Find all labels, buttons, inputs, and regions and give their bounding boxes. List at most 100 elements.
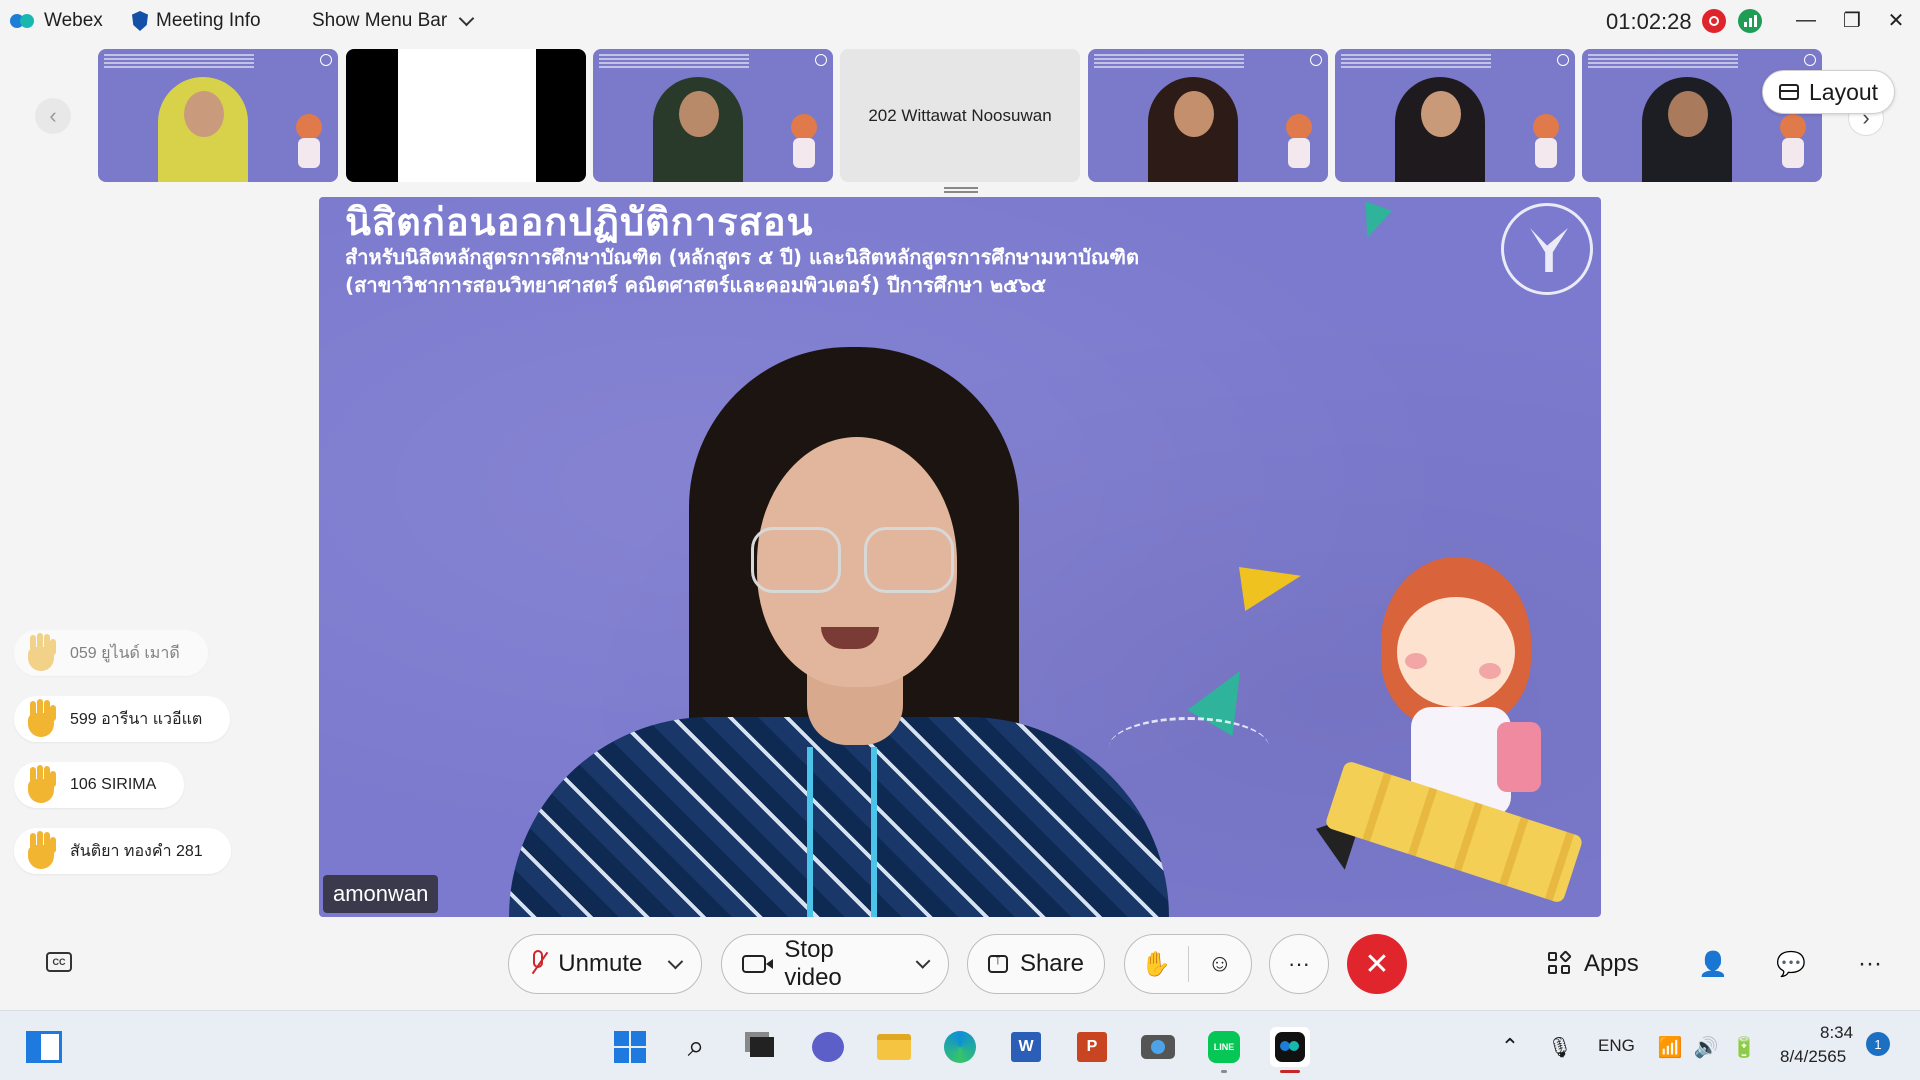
participant-thumbnail[interactable]: 202 Wittawat Noosuwan [840, 49, 1080, 182]
layout-button[interactable]: Layout [1762, 70, 1896, 114]
raised-hand-icon [20, 699, 60, 739]
closed-captions-button[interactable]: CC [46, 952, 72, 972]
participant-status-icon [1557, 54, 1569, 66]
cartoon-girl-illustration [1306, 557, 1584, 917]
participant-thumbnail[interactable] [346, 49, 586, 182]
battery-icon[interactable]: 🔋 [1724, 1027, 1764, 1067]
participant-video-feed [158, 77, 248, 182]
participant-status-icon [320, 54, 332, 66]
raised-hand-icon [20, 633, 60, 673]
share-screen-icon [988, 951, 1008, 973]
webex-app-label: Webex [10, 10, 103, 32]
teams-chat-icon[interactable] [808, 1027, 848, 1067]
taskbar-clock-date[interactable]: 8/4/2565 [1780, 1047, 1846, 1067]
raised-hand-entry: สันติยา ทองคำ 281 [14, 828, 231, 874]
participant-thumbnail[interactable] [593, 49, 833, 182]
participant-video-feed [1395, 77, 1485, 182]
apps-grid-icon [1548, 950, 1572, 976]
share-button[interactable]: Share [967, 934, 1105, 994]
participant-video-feed [1642, 77, 1732, 182]
filmstrip-prev-button[interactable]: ‹ [35, 98, 71, 134]
participants-icon[interactable]: 👤 [1698, 950, 1728, 979]
edge-browser-icon[interactable] [940, 1027, 980, 1067]
raised-hand-entry: 599 อารีนา แวอีแต [14, 696, 231, 742]
participant-thumbnail[interactable] [1088, 49, 1328, 182]
layout-label: Layout [1809, 78, 1879, 105]
raised-hand-name: 059 ยูไนด์ เมาดี [70, 644, 180, 662]
camera-icon [742, 955, 774, 973]
close-window-button[interactable]: ✕ [1876, 6, 1916, 34]
share-label: Share [1019, 950, 1084, 977]
camera-app-icon[interactable] [1138, 1027, 1178, 1067]
participant-status-icon [815, 54, 827, 66]
file-explorer-icon[interactable] [874, 1027, 914, 1067]
filmstrip-resize-handle[interactable] [944, 187, 978, 193]
webex-logo-icon [10, 12, 36, 30]
cartoon-girl-icon [290, 114, 328, 174]
participant-video-feed [398, 49, 536, 182]
word-icon[interactable]: W [1006, 1027, 1046, 1067]
start-windows-icon[interactable] [610, 1027, 650, 1067]
search-icon[interactable]: ⌕ [676, 1027, 716, 1067]
raised-hand-name: 106 SIRIMA [70, 776, 157, 793]
more-options-button[interactable]: ··· [1269, 934, 1329, 994]
raised-hand-entry: 106 SIRIMA [14, 762, 185, 808]
participant-status-icon [1804, 54, 1816, 66]
leave-meeting-button[interactable]: ✕ [1347, 934, 1407, 994]
show-menu-bar-label: Show Menu Bar [312, 10, 448, 31]
video-options-chevron-icon[interactable] [915, 953, 931, 969]
meeting-info-button[interactable]: Meeting Info [132, 10, 261, 32]
restore-button[interactable]: ❐ [1832, 6, 1872, 34]
apps-label: Apps [1584, 950, 1639, 977]
recording-indicator-icon[interactable] [1702, 9, 1726, 33]
apps-button[interactable]: Apps [1548, 950, 1639, 978]
slide-subtitle-line2: (สาขาวิชาการสอนวิทยาศาสตร์ คณิตศาสตร์และ… [345, 273, 1047, 297]
widgets-icon[interactable] [24, 1027, 64, 1067]
notification-count-badge[interactable]: 1 [1866, 1032, 1890, 1056]
tray-overflow-chevron-icon[interactable]: ⌃ [1490, 1027, 1530, 1067]
audio-options-chevron-icon[interactable] [668, 953, 684, 969]
unmute-button[interactable]: Unmute [508, 934, 702, 994]
input-language-indicator[interactable]: ENG [1598, 1036, 1635, 1056]
cartoon-girl-icon [1527, 114, 1565, 174]
line-app-icon[interactable]: LINE [1204, 1027, 1244, 1073]
show-menu-bar-button[interactable]: Show Menu Bar [312, 10, 475, 32]
raised-hand-entry: 059 ยูไนด์ เมาดี [14, 630, 208, 676]
overflow-menu-button[interactable]: ··· [1858, 950, 1882, 978]
volume-icon[interactable]: 🔊 [1686, 1027, 1726, 1067]
hand-reaction-group: ✋ ☺ [1124, 934, 1252, 994]
participant-name-label: 202 Wittawat Noosuwan [868, 105, 1052, 125]
taskbar-clock-time[interactable]: 8:34 [1820, 1023, 1853, 1043]
layout-icon [1779, 84, 1799, 100]
meeting-control-bar: CC Unmute Stop video Share ✋ ☺ ··· ✕ App… [0, 920, 1920, 1008]
reactions-emoji-icon[interactable]: ☺ [1189, 950, 1252, 978]
minimize-button[interactable]: — [1786, 6, 1826, 34]
microphone-tray-icon[interactable]: 🎙 [1540, 1027, 1580, 1067]
raised-hand-name: 599 อารีนา แวอีแต [70, 710, 203, 728]
chat-icon[interactable]: 💬 [1776, 950, 1806, 979]
raised-hand-name: สันติยา ทองคำ 281 [70, 842, 203, 860]
active-speaker-video[interactable]: นิสิตก่อนออกปฏิบัติการสอน สำหรับนิสิตหลั… [319, 197, 1601, 917]
microphone-muted-icon [529, 950, 549, 978]
cartoon-girl-icon [785, 114, 823, 174]
unmute-label: Unmute [558, 950, 643, 977]
participant-status-icon [1310, 54, 1322, 66]
wifi-icon[interactable]: 📶 [1650, 1027, 1690, 1067]
cartoon-girl-icon [1280, 114, 1318, 174]
participant-thumbnail[interactable] [1335, 49, 1575, 182]
windows-taskbar: ⌕ W P LINE ⌃ 🎙 ENG 📶 🔊 🔋 8:34 8/4/2565 [0, 1010, 1920, 1080]
raised-hand-icon [20, 765, 60, 805]
raise-hand-icon[interactable]: ✋ [1125, 950, 1188, 979]
chevron-down-icon [458, 10, 475, 26]
participant-video-feed [1148, 77, 1238, 182]
participant-thumbnail[interactable] [1582, 49, 1822, 182]
network-health-icon[interactable] [1738, 9, 1762, 33]
stop-video-button[interactable]: Stop video [721, 934, 949, 994]
webex-taskbar-icon[interactable] [1270, 1027, 1310, 1073]
app-name: Webex [44, 10, 103, 31]
speaker-figure [489, 347, 1209, 917]
participant-thumbnail[interactable] [98, 49, 338, 182]
university-seal-logo [1501, 203, 1593, 295]
powerpoint-icon[interactable]: P [1072, 1027, 1112, 1067]
task-view-icon[interactable] [742, 1027, 782, 1067]
